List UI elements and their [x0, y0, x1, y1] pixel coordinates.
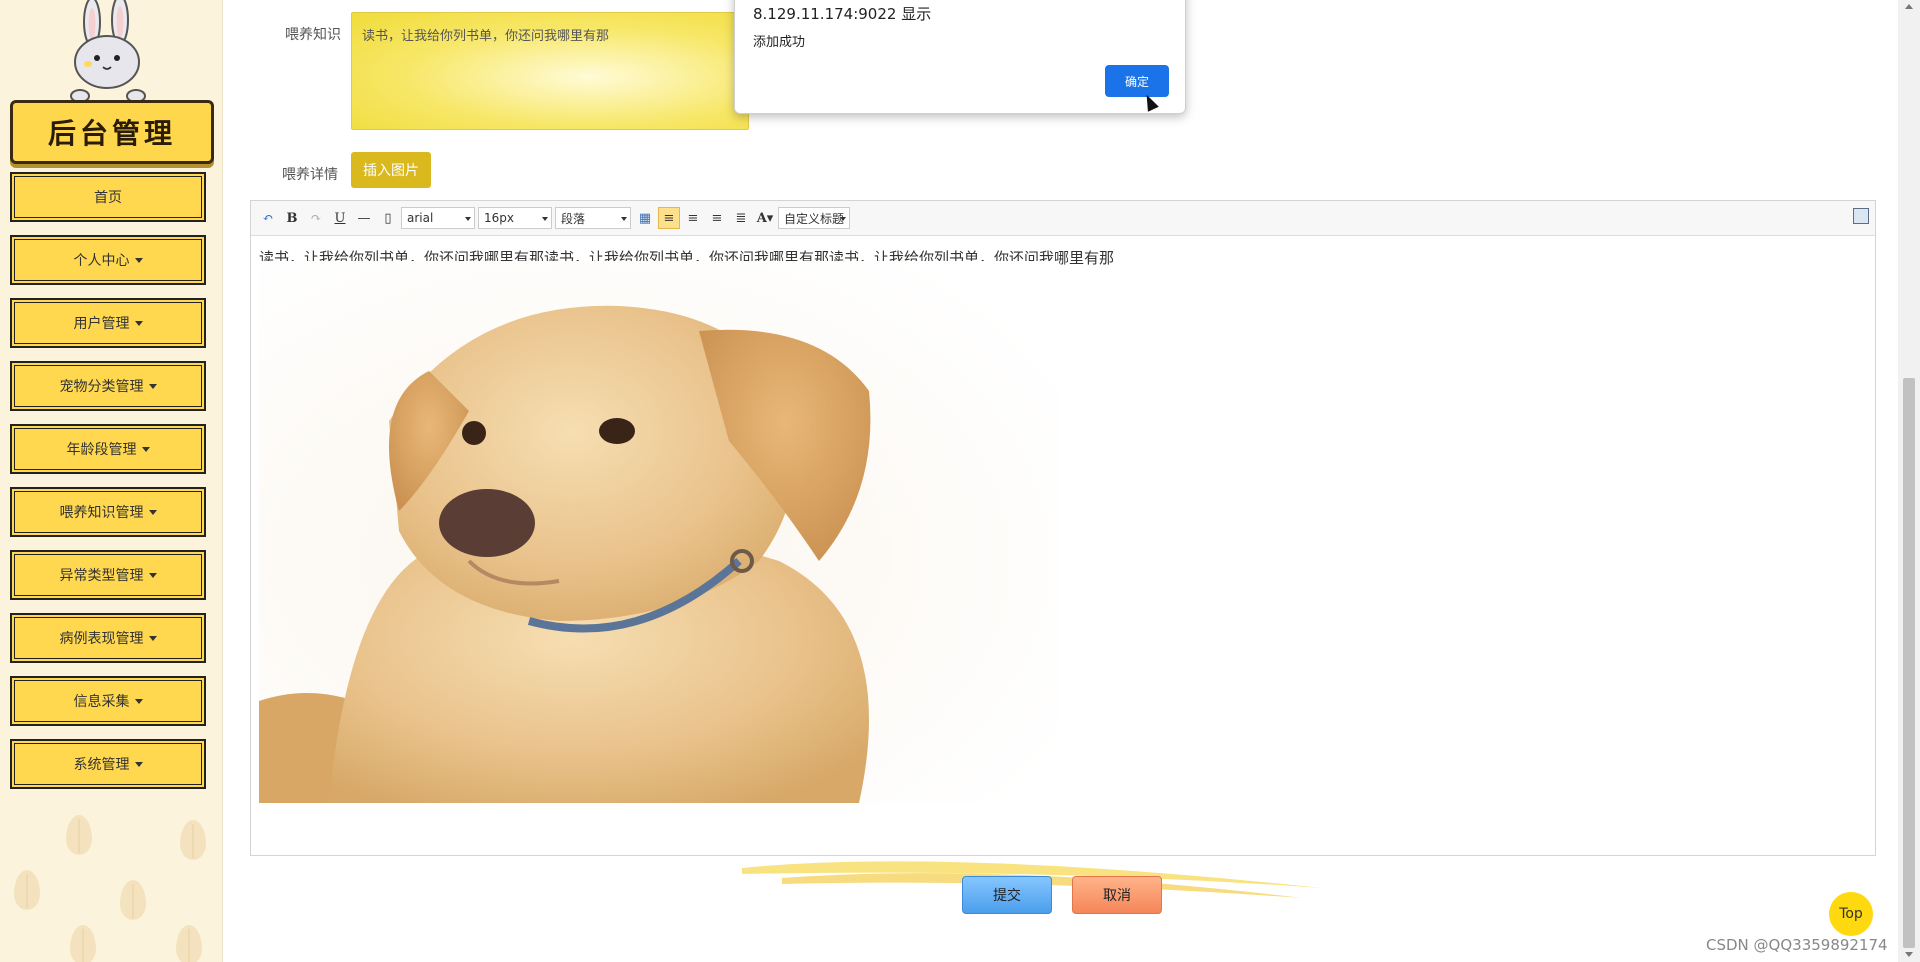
sidebar-item-pet-category[interactable]: 宠物分类管理 [10, 361, 206, 411]
paragraph-select[interactable]: 段落 [555, 207, 631, 229]
sidebar-item-abnormal-type[interactable]: 异常类型管理 [10, 550, 206, 600]
alert-dialog: 8.129.11.174:9022 显示 添加成功 确定 [734, 0, 1186, 114]
leaf-decoration [66, 815, 92, 855]
watermark: CSDN @QQ3359892174 [1706, 936, 1888, 954]
page-scrollbar[interactable] [1898, 0, 1920, 962]
knowledge-label: 喂养知识 [285, 27, 341, 43]
fullscreen-icon[interactable] [1853, 208, 1869, 224]
sidebar: 后台管理 首页 个人中心 用户管理 宠物分类管理 年龄段管理 喂养知识管理 异常… [0, 0, 223, 962]
leaf-decoration [70, 925, 96, 962]
sidebar-item-label: 喂养知识管理 [59, 505, 144, 521]
caret-down-icon [141, 446, 150, 452]
leaf-decoration [120, 880, 146, 920]
scroll-up-icon[interactable] [1905, 4, 1913, 9]
font-size-select[interactable]: 16px [478, 207, 552, 229]
redo-icon[interactable]: ↷ [305, 207, 327, 229]
sidebar-item-label: 信息采集 [73, 694, 130, 710]
rich-text-editor: ↶ B ↷ U — ▯ arial 16px 段落 ▦ ≡ ≡ ≡ ≣ A▾ 自… [250, 200, 1876, 856]
insert-image-button[interactable]: 插入图片 [351, 152, 431, 188]
admin-logo: 后台管理 [10, 100, 214, 164]
dog-photo [259, 261, 1059, 803]
caret-down-icon [148, 635, 157, 641]
dialog-ok-button[interactable]: 确定 [1105, 65, 1169, 97]
sidebar-item-personal-center[interactable]: 个人中心 [10, 235, 206, 285]
align-left-icon[interactable]: ≡ [658, 207, 680, 229]
sidebar-item-label: 宠物分类管理 [59, 379, 144, 395]
table-icon[interactable]: ▦ [634, 207, 656, 229]
page-break-icon[interactable]: ▯ [377, 207, 399, 229]
sidebar-item-user-management[interactable]: 用户管理 [10, 298, 206, 348]
sidebar-item-age-group[interactable]: 年龄段管理 [10, 424, 206, 474]
leaf-decoration [176, 925, 202, 962]
caret-down-icon [148, 509, 157, 515]
caret-down-icon [134, 320, 143, 326]
caret-down-icon [134, 698, 143, 704]
sidebar-item-info-collection[interactable]: 信息采集 [10, 676, 206, 726]
knowledge-textarea[interactable]: 读书，让我给你列书单，你还问我哪里有那 [351, 12, 749, 130]
sidebar-item-system-management[interactable]: 系统管理 [10, 739, 206, 789]
caret-down-icon [134, 257, 143, 263]
bold-icon[interactable]: B [281, 207, 303, 229]
underline-icon[interactable]: U [329, 207, 351, 229]
cancel-button[interactable]: 取消 [1072, 876, 1162, 914]
align-right-icon[interactable]: ≡ [682, 207, 704, 229]
caret-down-icon [148, 383, 157, 389]
sidebar-item-label: 个人中心 [73, 253, 130, 269]
dialog-origin-text: 8.129.11.174:9022 显示 [753, 5, 932, 23]
back-to-top-button[interactable]: Top [1829, 892, 1873, 936]
leaf-decoration [14, 870, 40, 910]
custom-title-select[interactable]: 自定义标题 [778, 207, 850, 229]
scroll-down-icon[interactable] [1905, 952, 1913, 957]
leaf-decoration [180, 820, 206, 860]
sidebar-item-label: 系统管理 [73, 757, 130, 773]
align-center-icon[interactable]: ≡ [706, 207, 728, 229]
sidebar-item-label: 异常类型管理 [59, 568, 144, 584]
caret-down-icon [134, 761, 143, 767]
sidebar-item-home[interactable]: 首页 [10, 172, 206, 222]
bunny-mascot-icon [70, 0, 146, 103]
font-color-icon[interactable]: A▾ [754, 207, 776, 229]
submit-button[interactable]: 提交 [962, 876, 1052, 914]
sidebar-item-label: 年龄段管理 [66, 442, 137, 458]
font-family-select[interactable]: arial [401, 207, 475, 229]
sidebar-item-case-symptoms[interactable]: 病例表现管理 [10, 613, 206, 663]
sidebar-item-feeding-knowledge[interactable]: 喂养知识管理 [10, 487, 206, 537]
scroll-thumb[interactable] [1903, 378, 1915, 948]
details-label: 喂养详情 [282, 167, 338, 183]
align-justify-icon[interactable]: ≣ [730, 207, 752, 229]
sidebar-item-label: 用户管理 [73, 316, 130, 332]
horizontal-rule-icon[interactable]: — [353, 207, 375, 229]
sidebar-item-label: 首页 [94, 190, 122, 206]
editor-toolbar: ↶ B ↷ U — ▯ arial 16px 段落 ▦ ≡ ≡ ≡ ≣ A▾ 自… [251, 201, 1875, 236]
dialog-message: 添加成功 [753, 35, 806, 50]
main-content: 喂养知识 读书，让我给你列书单，你还问我哪里有那 喂养详情 插入图片 ↶ B ↷… [222, 0, 1898, 962]
caret-down-icon [148, 572, 157, 578]
sidebar-nav: 首页 个人中心 用户管理 宠物分类管理 年龄段管理 喂养知识管理 异常类型管理 … [10, 172, 210, 802]
sidebar-item-label: 病例表现管理 [59, 631, 144, 647]
undo-icon[interactable]: ↶ [257, 207, 279, 229]
